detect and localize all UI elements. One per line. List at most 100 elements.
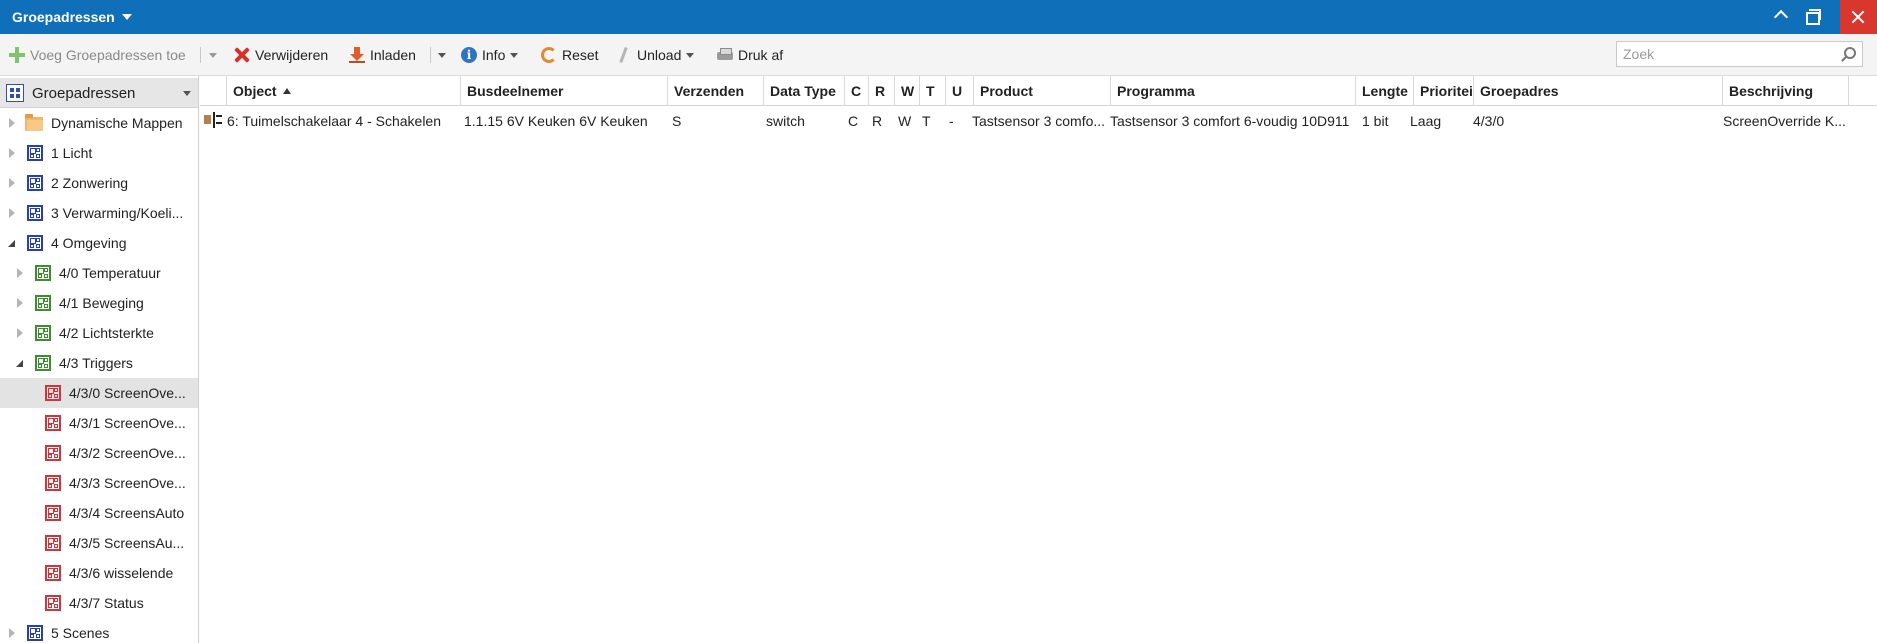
sort-ascending-icon [282, 88, 291, 94]
column-header-t[interactable]: T [920, 76, 946, 106]
restore-button[interactable] [1793, 0, 1839, 34]
tree-item-4-0-temperatuur[interactable]: 4/0 Temperatuur [0, 258, 198, 288]
delete-label: Verwijderen [255, 47, 329, 63]
add-group-address-button[interactable]: Voeg Groepadressen toe [9, 43, 186, 67]
tree-item-4-3-3[interactable]: 4/3/3 ScreenOve... [0, 468, 198, 498]
cell-data-type: switch [766, 113, 805, 129]
column-header-programma[interactable]: Programma [1111, 76, 1356, 106]
tree-item-5-scenes[interactable]: 5 Scenes [0, 618, 198, 643]
tree-item-4-omgeving[interactable]: 4 Omgeving [0, 228, 198, 258]
objects-grid: Object Busdeelnemer Verzenden Data Type … [200, 76, 1877, 643]
info-icon [461, 47, 477, 63]
cell-prioriteit: Laag [1410, 113, 1442, 129]
expand-arrow-icon[interactable] [9, 628, 15, 638]
search-icon[interactable] [1841, 47, 1856, 61]
unload-dropdown-icon [686, 52, 695, 58]
tree-item-4-1-beweging[interactable]: 4/1 Beweging [0, 288, 198, 318]
unload-label: Unload [637, 47, 682, 63]
group-address-icon [45, 445, 61, 461]
load-dropdown-icon[interactable] [438, 53, 446, 58]
expand-arrow-icon[interactable] [17, 298, 23, 308]
plus-icon [9, 47, 25, 63]
cell-r: R [872, 113, 883, 129]
load-label: Inladen [370, 47, 416, 63]
tree-item-3-verwarming[interactable]: 3 Verwarming/Koeli... [0, 198, 198, 228]
reset-icon [541, 47, 557, 63]
column-header-busdeelnemer[interactable]: Busdeelnemer [461, 76, 668, 106]
column-header-verzenden[interactable]: Verzenden [668, 76, 764, 106]
info-button[interactable]: Info [461, 43, 519, 67]
print-button[interactable]: Druk af [717, 43, 783, 67]
column-header-product[interactable]: Product [974, 76, 1111, 106]
column-header-beschrijving[interactable]: Beschrijving [1723, 76, 1849, 106]
tree-item-4-3-1[interactable]: 4/3/1 ScreenOve... [0, 408, 198, 438]
expand-arrow-icon[interactable] [17, 328, 23, 338]
expand-arrow-icon[interactable] [9, 178, 15, 188]
tree-item-2-zonwering[interactable]: 2 Zonwering [0, 168, 198, 198]
print-label: Druk af [738, 47, 784, 63]
expand-arrow-icon[interactable] [9, 118, 15, 128]
unload-icon [616, 47, 632, 63]
column-header-groepadres[interactable]: Groepadres [1474, 76, 1723, 106]
title-dropdown-icon[interactable] [122, 14, 132, 20]
collapse-arrow-icon[interactable] [16, 360, 23, 367]
group-address-tree: Groepadressen Dynamische Mappen 1 Licht … [0, 76, 199, 643]
close-button[interactable] [1840, 0, 1877, 34]
cell-lengte: 1 bit [1362, 113, 1389, 129]
column-header-c[interactable]: C [845, 76, 869, 106]
toolbar-separator [200, 47, 201, 63]
tree-item-4-3-0[interactable]: 4/3/0 ScreenOve... [0, 378, 198, 408]
cell-c: C [848, 113, 859, 129]
search-input[interactable] [1623, 46, 1833, 62]
column-header-prioriteit[interactable]: Prioritei [1414, 76, 1474, 106]
tree-item-4-3-triggers[interactable]: 4/3 Triggers [0, 348, 198, 378]
window-title[interactable]: Groepadressen [12, 9, 115, 25]
search-box[interactable] [1616, 41, 1863, 67]
group-address-icon [27, 205, 43, 221]
tree-item-dynamische-mappen[interactable]: Dynamische Mappen [0, 108, 198, 138]
group-address-icon [45, 505, 61, 521]
column-header-lengte[interactable]: Lengte [1356, 76, 1414, 106]
column-header-icon[interactable] [200, 76, 227, 106]
tree-item-4-3-5[interactable]: 4/3/5 ScreensAu... [0, 528, 198, 558]
expand-arrow-icon[interactable] [9, 208, 15, 218]
column-header-r[interactable]: R [869, 76, 895, 106]
tree-item-4-3-2[interactable]: 4/3/2 ScreenOve... [0, 438, 198, 468]
tree-item-4-3-6[interactable]: 4/3/6 wisselende [0, 558, 198, 588]
reset-button[interactable]: Reset [541, 43, 599, 67]
tree-header[interactable]: Groepadressen [0, 78, 198, 108]
collapse-arrow-icon[interactable] [8, 240, 15, 247]
cell-t: T [922, 113, 931, 129]
group-address-icon [45, 535, 61, 551]
tree-item-4-3-4[interactable]: 4/3/4 ScreensAuto [0, 498, 198, 528]
group-address-icon [45, 385, 61, 401]
load-button[interactable]: Inladen [349, 43, 416, 67]
column-header-object[interactable]: Object [227, 76, 461, 106]
toolbar: Voeg Groepadressen toe Verwijderen Inlad… [0, 34, 1877, 76]
expand-arrow-icon[interactable] [9, 148, 15, 158]
delete-icon [234, 47, 250, 63]
cell-programma: Tastsensor 3 comfort 6-voudig 10D911 [1110, 113, 1350, 129]
group-address-icon [27, 145, 43, 161]
column-header-w[interactable]: W [895, 76, 920, 106]
delete-button[interactable]: Verwijderen [234, 43, 328, 67]
tree-header-dropdown-icon[interactable] [183, 91, 191, 96]
cell-object: 6: Tuimelschakelaar 4 - Schakelen [227, 113, 441, 129]
group-object-icon [204, 112, 222, 128]
cell-product: Tastsensor 3 comfo... [972, 113, 1106, 129]
expand-arrow-icon[interactable] [17, 268, 23, 278]
table-row[interactable]: 6: Tuimelschakelaar 4 - Schakelen 1.1.15… [200, 106, 1877, 134]
cell-verzenden: S [672, 113, 682, 129]
tree-header-label: Groepadressen [32, 85, 136, 102]
group-address-icon [27, 235, 43, 251]
unload-button[interactable]: Unload [616, 43, 695, 67]
add-dropdown-icon[interactable] [209, 53, 217, 58]
group-address-icon [35, 295, 51, 311]
tree-item-1-licht[interactable]: 1 Licht [0, 138, 198, 168]
folder-icon [25, 114, 43, 131]
tree-item-4-2-lichtsterkte[interactable]: 4/2 Lichtsterkte [0, 318, 198, 348]
column-header-data-type[interactable]: Data Type [764, 76, 845, 106]
cell-groepadres: 4/3/0 [1473, 113, 1505, 129]
column-header-u[interactable]: U [946, 76, 974, 106]
tree-item-4-3-7[interactable]: 4/3/7 Status [0, 588, 198, 618]
